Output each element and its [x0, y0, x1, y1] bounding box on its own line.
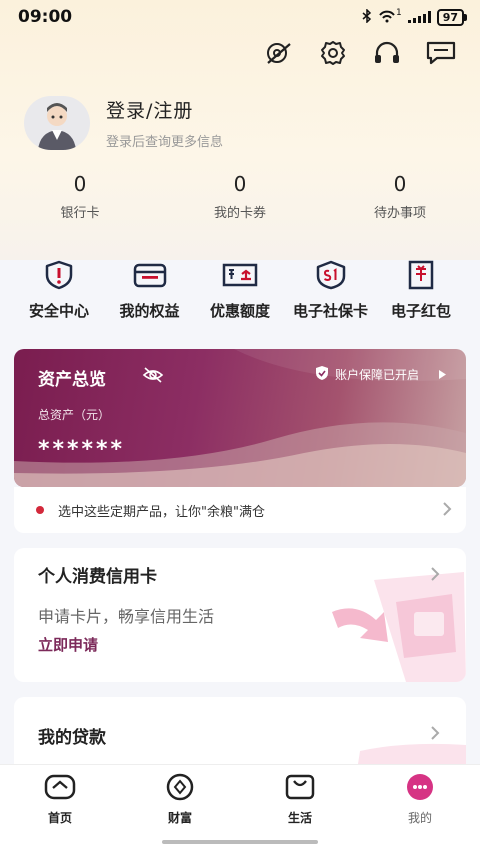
credit-card-illustration	[332, 572, 466, 682]
red-packet-icon	[401, 258, 441, 292]
eye-off-icon[interactable]	[142, 366, 164, 388]
stat-value: 0	[393, 172, 407, 196]
header-toolbar	[262, 38, 458, 68]
promo-dot	[36, 506, 44, 514]
quick-red-packet[interactable]: 电子红包	[376, 258, 466, 321]
asset-title: 资产总览	[38, 370, 106, 390]
gear-icon[interactable]	[316, 38, 350, 68]
battery-icon: 97	[436, 8, 468, 26]
profile-icon	[403, 773, 437, 805]
wealth-icon	[163, 773, 197, 805]
triangle-right-icon	[439, 368, 446, 382]
stat-bank-cards[interactable]: 0 银行卡	[0, 172, 160, 221]
promo-banner[interactable]: 选中这些定期产品，让你"余粮"满仓	[14, 487, 466, 533]
credit-card-panel[interactable]: 个人消费信用卡 申请卡片，畅享信用生活 立即申请	[14, 548, 466, 682]
quick-label: 优惠额度	[209, 302, 270, 320]
stat-label: 待办事项	[373, 206, 426, 221]
promo-text: 选中这些定期产品，让你"余粮"满仓	[58, 504, 265, 520]
tab-mine[interactable]: 我的	[360, 765, 480, 853]
quick-social-security[interactable]: 电子社保卡	[286, 258, 376, 321]
signal-icon	[407, 11, 431, 23]
stat-value: 0	[233, 172, 247, 196]
message-icon[interactable]	[424, 38, 458, 68]
quick-label: 电子社保卡	[292, 302, 368, 320]
chevron-right-icon	[430, 566, 440, 585]
status-time: 09:00	[18, 7, 73, 27]
login-subtitle: 登录后查询更多信息	[106, 135, 224, 150]
total-assets-label: 总资产（元）	[38, 408, 111, 422]
stat-coupons[interactable]: 0 我的卡券	[160, 172, 320, 221]
network-label: 1	[395, 8, 402, 18]
home-indicator	[162, 840, 318, 844]
tab-label: 我的	[407, 811, 432, 825]
quick-actions: 安全中心 我的权益 优惠额度 电子社保卡 电子红包	[14, 258, 466, 321]
credit-card-title: 个人消费信用卡	[38, 567, 157, 587]
quick-discount-quota[interactable]: 优惠额度	[195, 258, 285, 321]
stat-label: 银行卡	[60, 206, 100, 221]
account-protection-link[interactable]: 账户保障已开启	[315, 365, 446, 384]
avatar[interactable]	[24, 96, 90, 150]
tab-label: 财富	[167, 811, 192, 825]
tab-label: 首页	[47, 811, 72, 825]
card-wallet-icon	[130, 258, 170, 292]
asset-overview-card[interactable]: 资产总览 账户保障已开启 总资产（元） ******	[14, 349, 466, 487]
chevron-right-icon	[442, 501, 452, 520]
shield-check-icon	[315, 365, 329, 384]
home-icon	[43, 773, 77, 805]
bluetooth-icon	[362, 7, 372, 26]
social-security-icon	[311, 258, 351, 292]
status-bar: 09:00 1 97	[0, 0, 480, 34]
quick-label: 安全中心	[28, 302, 89, 320]
stat-label: 我的卡券	[213, 206, 266, 221]
stat-todo[interactable]: 0 待办事项	[320, 172, 480, 221]
quick-my-benefits[interactable]: 我的权益	[105, 258, 195, 321]
settings-edit-icon[interactable]	[262, 38, 296, 68]
shield-alert-icon	[39, 258, 79, 292]
profile-section[interactable]: 登录/注册 登录后查询更多信息	[24, 96, 223, 150]
status-indicators: 1 97	[362, 7, 468, 26]
quick-label: 我的权益	[119, 302, 180, 320]
credit-card-subtitle: 申请卡片，畅享信用生活	[38, 607, 215, 626]
headset-icon[interactable]	[370, 38, 404, 68]
apply-now-link[interactable]: 立即申请	[38, 634, 98, 655]
tab-home[interactable]: 首页	[0, 765, 120, 853]
coupon-icon	[220, 258, 260, 292]
stat-value: 0	[73, 172, 87, 196]
chevron-right-icon	[430, 725, 440, 744]
quick-label: 电子红包	[390, 302, 451, 320]
account-protection-text: 账户保障已开启	[334, 368, 419, 382]
total-assets-value: ******	[38, 437, 126, 462]
stats-row: 0 银行卡 0 我的卡券 0 待办事项	[0, 172, 480, 221]
tab-label: 生活	[287, 811, 312, 825]
loan-title: 我的贷款	[38, 728, 106, 748]
shopping-bag-icon	[283, 773, 317, 805]
quick-security-center[interactable]: 安全中心	[14, 258, 104, 321]
login-register-link[interactable]: 登录/注册	[106, 96, 223, 123]
network-icon	[378, 9, 396, 26]
